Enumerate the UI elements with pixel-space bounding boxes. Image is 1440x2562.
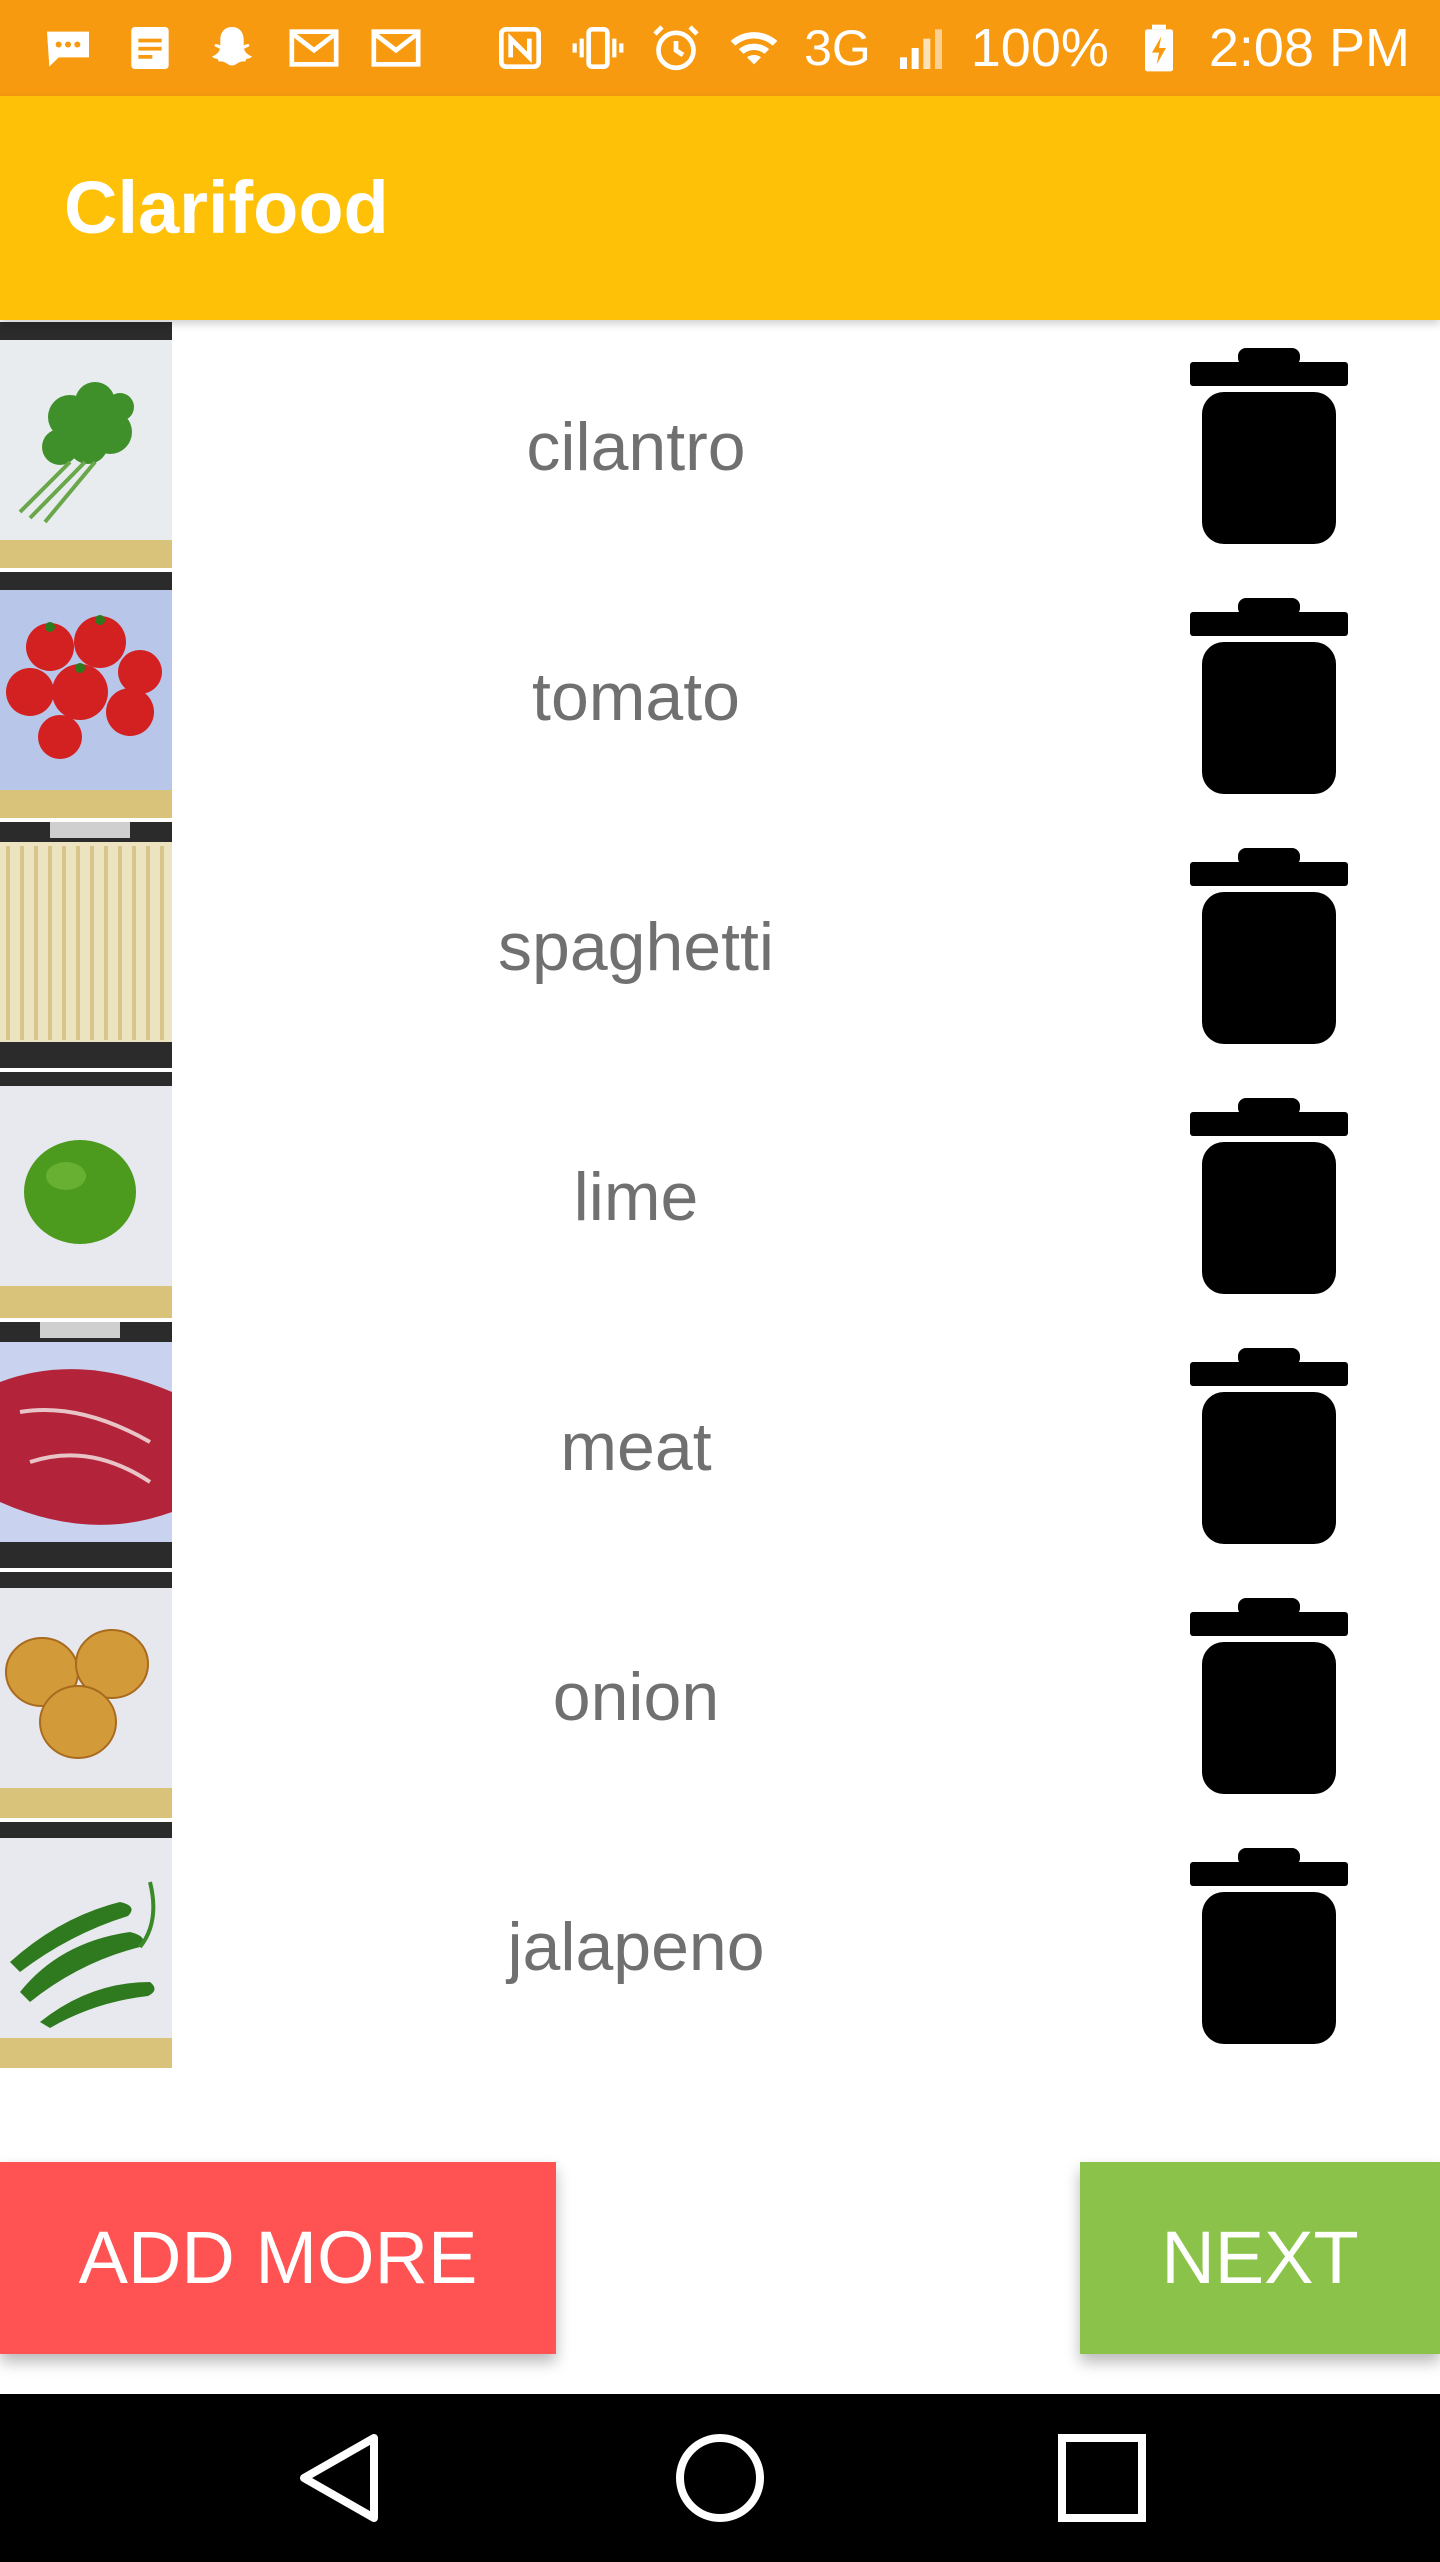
wifi-icon <box>730 32 778 65</box>
ingredient-name: meat <box>560 1409 712 1485</box>
next-button[interactable]: NEXT <box>1080 2162 1440 2354</box>
notification-icons <box>40 18 424 78</box>
recents-icon[interactable] <box>1052 2428 1152 2528</box>
ingredient-name: jalapeno <box>507 1909 765 1985</box>
ingredient-name: cilantro <box>526 409 746 485</box>
vibrate-icon <box>572 27 624 69</box>
trash-icon[interactable] <box>1190 1848 1348 2044</box>
trash-icon[interactable] <box>1190 848 1348 1044</box>
trash-icon[interactable] <box>1190 1098 1348 1294</box>
trash-icon[interactable] <box>1190 598 1348 794</box>
lime-photo <box>0 1072 172 1318</box>
ingredient-name: spaghetti <box>498 909 774 985</box>
onion-photo <box>0 1572 172 1818</box>
message-icon <box>47 31 89 67</box>
list-item: tomato <box>0 572 1440 822</box>
ingredient-name: tomato <box>532 659 740 735</box>
app-bar: Clarifood <box>0 96 1440 320</box>
ingredient-name: lime <box>573 1159 699 1235</box>
meat-photo <box>0 1322 172 1568</box>
nfc-icon <box>499 27 542 69</box>
jalapeno-photo <box>0 1822 172 2068</box>
snapchat-icon <box>212 27 252 66</box>
gmail-icon <box>289 29 339 67</box>
notes-icon <box>131 27 169 69</box>
list-item: spaghetti <box>0 822 1440 1072</box>
signal-icon <box>899 29 942 69</box>
home-icon[interactable] <box>670 2428 770 2528</box>
system-icons: 3G 100% 2:08 PM <box>492 18 1410 78</box>
battery-charging-icon <box>1144 24 1173 72</box>
ingredient-list: cilantro tomato spaghetti lime meat onio… <box>0 322 1440 2072</box>
network-type: 3G <box>804 20 871 76</box>
list-item: cilantro <box>0 322 1440 572</box>
list-item: onion <box>0 1572 1440 1822</box>
add-more-button[interactable]: ADD MORE <box>0 2162 556 2354</box>
list-item: lime <box>0 1072 1440 1322</box>
gmail-icon-2 <box>371 29 421 67</box>
status-bar: 3G 100% 2:08 PM <box>0 0 1440 96</box>
list-item: jalapeno <box>0 1822 1440 2072</box>
spaghetti-photo <box>0 822 172 1068</box>
ingredient-name: onion <box>552 1659 720 1735</box>
battery-percent: 100% <box>970 18 1109 78</box>
trash-icon[interactable] <box>1190 1598 1348 1794</box>
app-title: Clarifood <box>64 166 389 249</box>
trash-icon[interactable] <box>1190 1348 1348 1544</box>
list-item: meat <box>0 1322 1440 1572</box>
navigation-bar <box>0 2394 1440 2562</box>
back-icon[interactable] <box>290 2428 390 2528</box>
clock: 2:08 PM <box>1208 18 1410 78</box>
tomato-photo <box>0 572 172 818</box>
screen: 3G 100% 2:08 PM Clarifood cilantro tomat… <box>0 0 1440 2562</box>
alarm-icon <box>653 25 699 71</box>
trash-icon[interactable] <box>1190 348 1348 544</box>
cilantro-photo <box>0 322 172 568</box>
